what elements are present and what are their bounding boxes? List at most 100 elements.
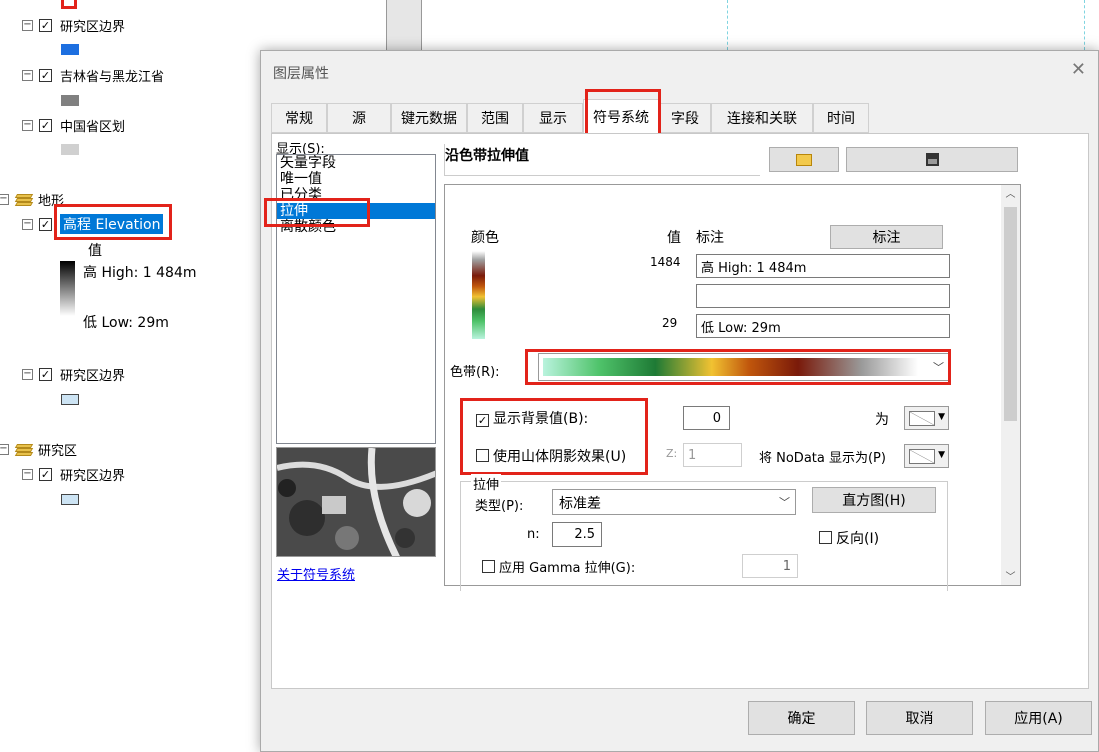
layer-checkbox[interactable]: ✓ — [39, 18, 52, 32]
toc-item-label: 研究区边界 — [60, 19, 126, 35]
toc-item-china[interactable]: − ✓ 中国省区划 — [22, 115, 125, 135]
stretch-type-select[interactable]: 标准差 ﹀ — [552, 489, 796, 515]
layer-checkbox[interactable]: ✓ — [39, 367, 52, 381]
show-background-label: 显示背景值(B): — [493, 411, 589, 427]
collapse-icon[interactable]: − — [22, 119, 33, 131]
scroll-thumb[interactable] — [1004, 207, 1017, 421]
scrollbar[interactable]: ︿ ﹀ — [1001, 185, 1020, 585]
tab-fields[interactable]: 字段 — [659, 103, 711, 133]
show-list[interactable]: 矢量字段 唯一值 已分类 拉伸 离散颜色 — [276, 154, 436, 444]
collapse-icon[interactable]: − — [22, 69, 33, 81]
dropdown-arrow-icon: ▼ — [938, 412, 945, 422]
toc-item-label: 研究区边界 — [60, 468, 126, 484]
elevation-layer-label[interactable]: 高程 Elevation — [60, 214, 164, 234]
z-factor-field[interactable]: 1 — [683, 443, 742, 467]
toc-item-study-boundary[interactable]: − ✓ 研究区边界 — [22, 464, 125, 484]
tab-key-metadata[interactable]: 键元数据 — [391, 103, 467, 133]
checkbox-unchecked-icon[interactable] — [482, 560, 495, 573]
show-option-discrete[interactable]: 离散颜色 — [277, 219, 435, 235]
folder-icon — [796, 153, 812, 166]
n-value-field[interactable]: 2.5 — [552, 522, 602, 547]
tab-symbology[interactable]: 符号系统 — [583, 99, 659, 134]
layer-checkbox[interactable]: ✓ — [39, 467, 52, 481]
low-label-field[interactable]: 低 Low: 29m — [696, 314, 950, 338]
mid-label-field[interactable] — [696, 284, 950, 308]
tab-display[interactable]: 显示 — [523, 103, 583, 133]
tab-extent[interactable]: 范围 — [467, 103, 523, 133]
toc-item-label: 中国省区划 — [60, 119, 126, 135]
collapse-icon[interactable]: − — [0, 193, 9, 205]
z-label: Z: — [666, 447, 678, 460]
type-label: 类型(P): — [475, 499, 524, 514]
label-column-header: 标注 — [696, 230, 724, 246]
layer-checkbox[interactable]: ✓ — [39, 118, 52, 132]
show-option-stretched[interactable]: 拉伸 — [277, 203, 435, 219]
checkbox-unchecked-icon[interactable] — [476, 449, 489, 462]
hillshade-checkbox[interactable]: 使用山体阴影效果(U) — [476, 446, 626, 466]
stretch-group-title: 拉伸 — [471, 474, 502, 493]
show-option-vector[interactable]: 矢量字段 — [277, 155, 435, 171]
toc-item-elevation[interactable]: − ✓ 高程 Elevation — [22, 214, 164, 234]
gamma-label: 应用 Gamma 拉伸(G): — [499, 561, 636, 576]
toc-splitter[interactable] — [386, 0, 422, 50]
nodata-color-picker[interactable]: ▼ — [904, 444, 949, 468]
layer-checkbox[interactable]: ✓ — [39, 68, 52, 82]
toc-group-terrain[interactable]: − 地形 — [0, 189, 64, 209]
chevron-down-icon[interactable]: ﹀ — [779, 494, 790, 510]
invert-label: 反向(I) — [836, 531, 880, 547]
collapse-icon[interactable]: − — [22, 468, 33, 480]
group-label: 研究区 — [38, 443, 78, 459]
invert-checkbox[interactable]: 反向(I) — [819, 528, 879, 548]
collapse-icon[interactable]: − — [22, 368, 33, 380]
background-color-picker[interactable]: ▼ — [904, 406, 949, 430]
high-value: 1484 — [650, 255, 681, 269]
layer-checkbox[interactable]: ✓ — [39, 217, 52, 231]
collapse-icon[interactable]: − — [22, 218, 33, 230]
histogram-button[interactable]: 直方图(H) — [812, 487, 936, 513]
preview-image — [276, 447, 436, 557]
apply-button[interactable]: 应用(A) — [985, 701, 1092, 735]
toc-group-study[interactable]: − 研究区 — [0, 439, 77, 459]
gamma-checkbox[interactable]: 应用 Gamma 拉伸(G): — [482, 557, 635, 576]
legend-value-heading: 值 — [88, 243, 102, 259]
toc-item-jilin[interactable]: − ✓ 吉林省与黑龙江省 — [22, 65, 164, 85]
toc-item-label: 吉林省与黑龙江省 — [60, 69, 165, 85]
color-ramp-select[interactable]: ﹀ — [538, 353, 949, 381]
open-folder-button[interactable] — [769, 147, 839, 172]
legend-high-label: 高 High: 1 484m — [83, 265, 197, 281]
collapse-icon[interactable]: − — [22, 19, 33, 31]
close-icon[interactable]: ✕ — [1071, 59, 1086, 80]
tab-general[interactable]: 常规 — [271, 103, 327, 133]
scroll-up-icon[interactable]: ︿ — [1001, 185, 1020, 203]
legend-low-label: 低 Low: 29m — [83, 315, 169, 331]
legend-swatch-gray — [61, 95, 79, 106]
legend-swatch-lightblue — [61, 394, 79, 405]
tab-joins-relates[interactable]: 连接和关联 — [711, 103, 813, 133]
group-label: 地形 — [38, 193, 65, 209]
partial-highlight-box — [61, 0, 77, 9]
show-option-unique[interactable]: 唯一值 — [277, 171, 435, 187]
high-label-field[interactable]: 高 High: 1 484m — [696, 254, 950, 278]
background-value-field[interactable]: 0 — [683, 406, 730, 430]
label-button[interactable]: 标注 — [830, 225, 943, 249]
group-layer-icon — [14, 193, 34, 206]
gamma-value-field[interactable]: 1 — [742, 554, 798, 578]
show-option-classified[interactable]: 已分类 — [277, 187, 435, 203]
save-button[interactable] — [846, 147, 1018, 172]
tab-time[interactable]: 时间 — [813, 103, 869, 133]
collapse-icon[interactable]: − — [0, 443, 9, 455]
show-background-checkbox[interactable]: ✓ 显示背景值(B): — [476, 408, 588, 428]
toc-item-terrain-boundary[interactable]: − ✓ 研究区边界 — [22, 364, 125, 384]
scroll-down-icon[interactable]: ﹀ — [1001, 568, 1020, 583]
about-symbology-link[interactable]: 关于符号系统 — [277, 564, 355, 583]
dialog-title: 图层属性 — [273, 66, 329, 82]
low-value: 29 — [662, 316, 678, 330]
checkbox-unchecked-icon[interactable] — [819, 531, 832, 544]
checkbox-checked-icon[interactable]: ✓ — [476, 414, 489, 427]
ok-button[interactable]: 确定 — [748, 701, 855, 735]
color-ramp-bar — [543, 358, 918, 376]
tab-source[interactable]: 源 — [327, 103, 391, 133]
toc-item-boundary[interactable]: − ✓ 研究区边界 — [22, 15, 125, 35]
chevron-down-icon[interactable]: ﹀ — [933, 359, 944, 375]
cancel-button[interactable]: 取消 — [866, 701, 973, 735]
